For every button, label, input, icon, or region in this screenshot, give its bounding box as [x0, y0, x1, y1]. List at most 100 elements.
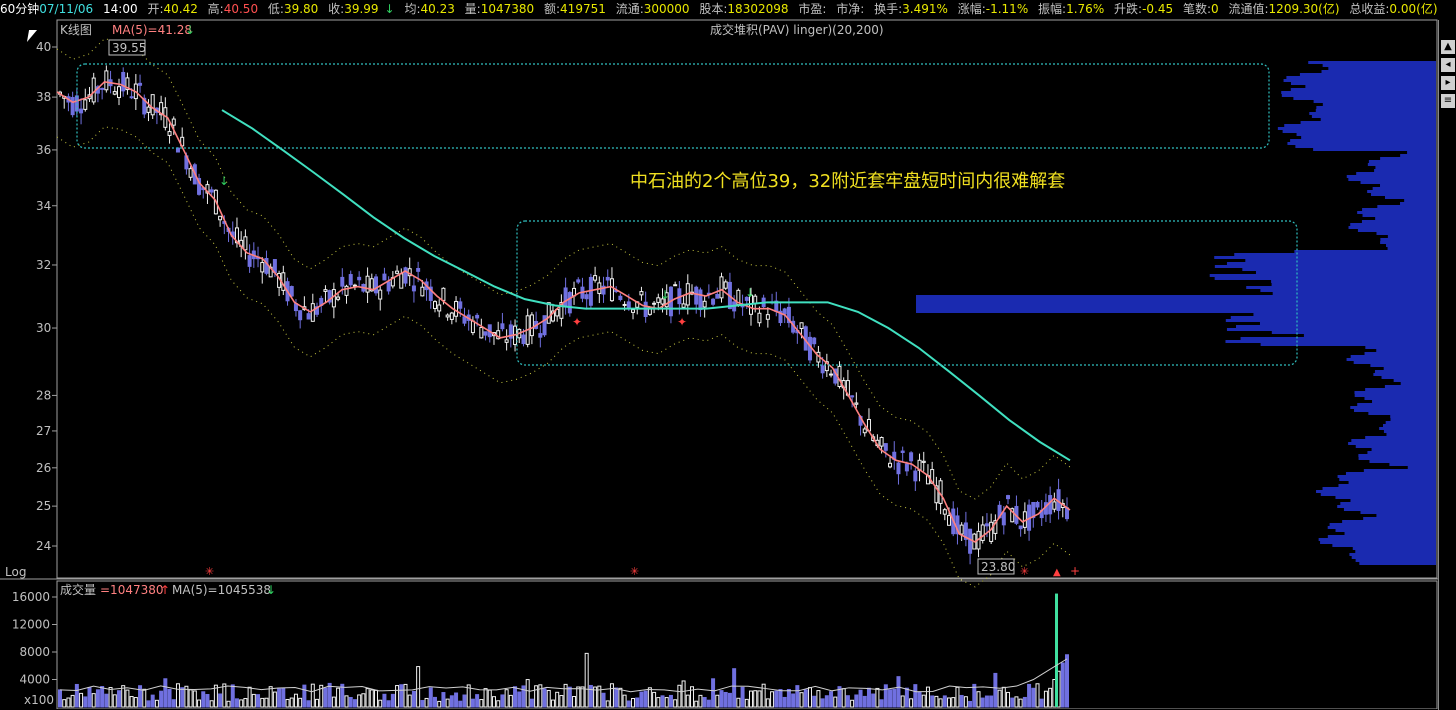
volume-bar: [976, 691, 981, 708]
volume-bar: [500, 694, 505, 708]
volume-bar: [1065, 654, 1069, 708]
volume-bar: [942, 695, 947, 708]
candle-body: [382, 273, 387, 281]
profile-bar: [1357, 229, 1436, 232]
profile-bar: [1400, 382, 1436, 385]
candle-body: [91, 77, 96, 103]
candle-body: [947, 515, 952, 526]
amp-value: 1.76%: [1066, 2, 1105, 16]
lower-band: [56, 126, 1071, 588]
volume-bar: [559, 695, 564, 708]
ma-down-arrow-icon: ↓: [185, 23, 195, 37]
profile-bar: [916, 307, 1436, 310]
profile-bar: [1400, 154, 1436, 157]
profile-bar: [1372, 187, 1436, 190]
volume-bar: [281, 687, 286, 708]
volume-bar: [778, 689, 783, 708]
candle-body: [310, 303, 315, 322]
profile-bar: [1328, 67, 1436, 70]
profile-bar: [1318, 538, 1436, 541]
volume-bar: [664, 697, 669, 708]
profile-bar: [1376, 514, 1436, 517]
profile-bar: [1355, 445, 1436, 448]
volume-bar: [702, 697, 707, 708]
volume-bar: [597, 685, 602, 708]
volume-bar: [753, 690, 758, 708]
candle-body: [243, 236, 248, 251]
profile-bar: [1373, 373, 1436, 376]
volume-bar: [74, 683, 79, 708]
upper-band: [56, 38, 1071, 500]
float-value: 300000: [643, 2, 690, 16]
scroll-tab-button[interactable]: ≡: [1441, 94, 1455, 108]
sell-signal-icon: ↓: [745, 286, 755, 300]
volume-bar: [681, 680, 686, 708]
candle-body: [1006, 495, 1011, 500]
high-label: 高:: [207, 2, 224, 16]
volume-bar: [83, 696, 88, 708]
scroll-tab-button[interactable]: ▸: [1441, 76, 1455, 90]
volume-bar: [673, 699, 678, 708]
profile-bar: [1320, 493, 1436, 496]
scroll-up-button[interactable]: ▲: [1441, 40, 1455, 54]
profile-bar: [1358, 457, 1436, 460]
candle-body: [757, 312, 762, 324]
profile-bar: [1387, 247, 1436, 250]
candle-body: [909, 452, 914, 462]
volume-bar: [904, 687, 909, 708]
volume-bar: [685, 694, 690, 708]
volume-tick-label: 16000: [12, 590, 50, 604]
candle-body: [386, 281, 391, 292]
candle-body: [374, 276, 379, 294]
volume-bar: [706, 699, 711, 708]
volume-bar: [550, 699, 555, 708]
volume-value: =1047380: [100, 583, 164, 597]
volume-bar: [601, 692, 606, 708]
profile-bar: [1234, 253, 1436, 256]
profile-bar: [1327, 535, 1436, 538]
volume-bar: [142, 688, 147, 708]
candle-body: [765, 314, 770, 320]
candle-body: [167, 131, 172, 136]
candle-body: [79, 108, 84, 114]
profile-bar: [1296, 133, 1436, 136]
volume-bar: [1035, 683, 1040, 708]
price-tick-label: 26: [36, 461, 51, 475]
right-scrollbar[interactable]: [1438, 20, 1456, 710]
volume-bar: [803, 689, 808, 708]
profile-bar: [1357, 403, 1436, 406]
volume-bar: [201, 691, 206, 708]
profile-bar: [1365, 436, 1436, 439]
candle-body: [702, 300, 707, 308]
profile-bar: [1340, 502, 1436, 505]
pe-label: 市盈:: [798, 2, 827, 16]
profile-bar: [1358, 454, 1436, 457]
profile-bar: [1372, 400, 1436, 403]
kline-chart[interactable]: 40 38 36 34 32 30 28 27 26 25 24 16000 12000 8000 400…: [0, 19, 1438, 709]
scroll-tab-button[interactable]: ◂: [1441, 58, 1455, 72]
profile-bar: [1253, 313, 1436, 316]
volume-bar: [163, 678, 168, 708]
buy-signal-icon: ✦: [572, 315, 582, 329]
candle-body: [1052, 501, 1057, 510]
volume-bar: [247, 686, 252, 708]
annotation-text: 中石油的2个高位39，32附近套牢盘短时间内很难解套: [630, 171, 1065, 192]
volume-bar: [816, 690, 821, 708]
candle-body: [900, 450, 905, 453]
volume-bar: [251, 693, 256, 708]
candle-body: [698, 289, 703, 311]
volume-bar: [824, 695, 829, 708]
profile-bar: [1355, 550, 1436, 553]
volume-bar: [635, 697, 640, 708]
candle-body: [298, 310, 303, 321]
candle-body: [260, 262, 265, 273]
volume-bar: [841, 688, 846, 708]
volume-bar: [930, 695, 935, 708]
candle-body: [437, 304, 442, 312]
volume-bar: [643, 690, 648, 708]
volume-ma-down-arrow-icon: ↓: [266, 583, 276, 597]
volume-bar: [382, 693, 387, 708]
profile-bar: [1335, 529, 1436, 532]
star-marker-icon: ✳: [630, 565, 639, 578]
profile-bar: [1259, 322, 1436, 325]
